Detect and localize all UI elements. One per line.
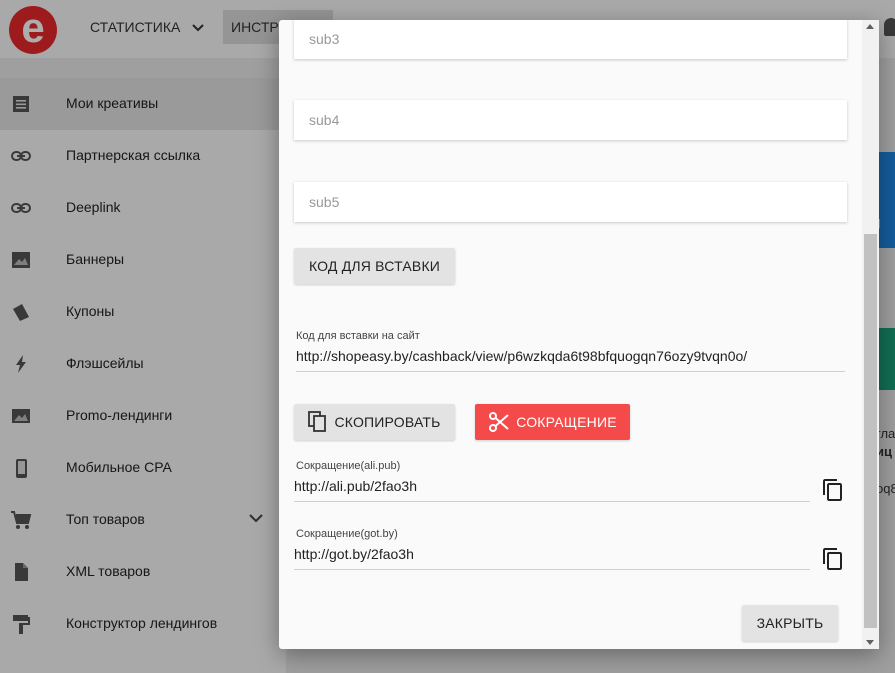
sub5-input[interactable] (294, 182, 847, 222)
short-gotby-label: Сокращение(got.by) (296, 528, 398, 540)
close-button[interactable]: ЗАКРЫТЬ (742, 605, 838, 641)
modal-scrollbar[interactable] (862, 20, 879, 649)
short-gotby-value[interactable]: http://got.by/2fao3h (294, 546, 810, 570)
sub5-field-card (294, 182, 847, 222)
copy-icon (308, 411, 328, 433)
embed-code-label: Код для вставки на сайт (296, 330, 420, 342)
copy-button-label: СКОПИРОВАТЬ (334, 414, 441, 430)
short-alipub-label: Сокращение(ali.pub) (296, 460, 401, 472)
copy-icon[interactable] (821, 547, 845, 571)
scroll-thumb[interactable] (864, 234, 877, 628)
sub3-field-card (294, 20, 847, 59)
shorten-button-label: СОКРАЩЕНИЕ (516, 414, 617, 430)
scissors-icon (488, 411, 510, 433)
short-alipub-url: http://ali.pub/2fao3h (294, 478, 417, 494)
copy-icon[interactable] (821, 478, 845, 502)
short-alipub-value[interactable]: http://ali.pub/2fao3h (294, 478, 810, 502)
creative-dialog: КОД ДЛЯ ВСТАВКИ Код для вставки на сайт … (279, 20, 879, 649)
scroll-up-arrow-icon[interactable] (866, 24, 874, 29)
embed-code-value[interactable]: http://shopeasy.by/cashback/view/p6wzkqd… (296, 348, 845, 372)
embed-code-button[interactable]: КОД ДЛЯ ВСТАВКИ (294, 248, 455, 284)
scroll-down-arrow-icon[interactable] (866, 640, 874, 645)
sub3-input[interactable] (294, 20, 847, 59)
sub4-input[interactable] (294, 100, 847, 140)
short-gotby-url: http://got.by/2fao3h (294, 546, 414, 562)
shorten-button[interactable]: СОКРАЩЕНИЕ (475, 404, 630, 440)
copy-button[interactable]: СКОПИРОВАТЬ (294, 404, 455, 440)
sub4-field-card (294, 100, 847, 140)
embed-code-url: http://shopeasy.by/cashback/view/p6wzkqd… (296, 348, 748, 364)
